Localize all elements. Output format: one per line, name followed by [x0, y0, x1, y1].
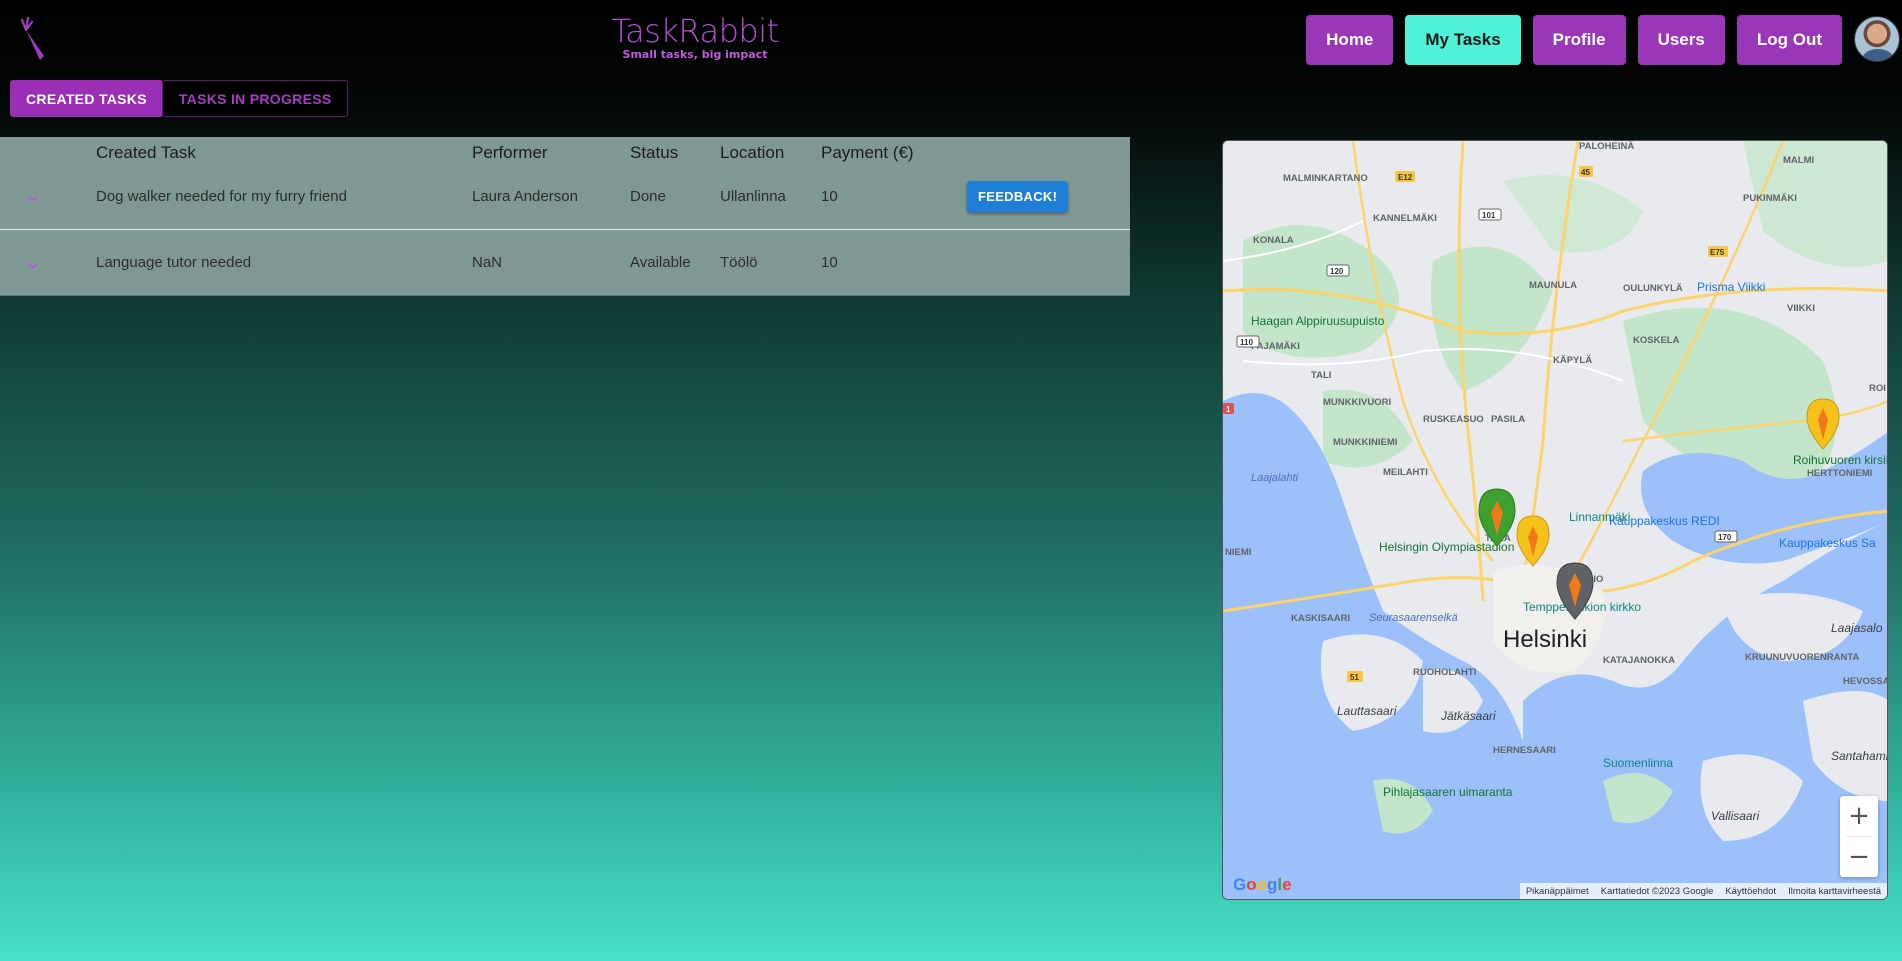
table-header: Created Task Performer Status Location P…: [0, 137, 1130, 163]
map-label: KÄPYLÄ: [1553, 355, 1592, 366]
map-label: RUOHOLAHTI: [1413, 667, 1476, 678]
road-shield: 1: [1226, 405, 1231, 414]
task-performer: Laura Anderson: [472, 187, 578, 205]
task-status: Available: [630, 254, 691, 271]
map-label: PALOHEINÄ: [1579, 141, 1634, 152]
road-shield: 51: [1350, 673, 1359, 682]
brand-title: TaskRabbit: [611, 12, 779, 50]
map-label: MUNKKIVUORI: [1323, 397, 1391, 408]
map-footer: Pikanäppäimet Karttatiedot ©2023 Google …: [1519, 883, 1887, 899]
road-shield: 45: [1581, 168, 1590, 177]
users-button[interactable]: Users: [1637, 15, 1725, 65]
task-title: Language tutor needed: [96, 254, 252, 271]
map-water-label: Laajalahti: [1251, 472, 1299, 484]
brand: TaskRabbit Small tasks, big impact: [610, 12, 780, 61]
map-poi-label: Kauppakeskus Sa: [1779, 536, 1876, 550]
road-shield: 110: [1240, 338, 1253, 347]
task-payment: 10: [821, 254, 838, 271]
map-label: TALI: [1311, 370, 1331, 381]
map-label: KONALA: [1253, 235, 1294, 246]
column-header: Created Task: [96, 143, 196, 162]
road-shield: E75: [1710, 248, 1725, 257]
map-label: Lauttasaari: [1337, 704, 1397, 718]
map-canvas[interactable]: PALOHEINÄ MALMI MALMINKARTANO KANNELMÄKI…: [1223, 141, 1888, 900]
map-label: ROI: [1869, 383, 1886, 394]
road-shield: 120: [1330, 267, 1344, 276]
carrot-logo-icon[interactable]: [18, 16, 50, 64]
map-label: PASILA: [1491, 414, 1525, 425]
feedback-button[interactable]: FEEDBACK!: [967, 180, 1069, 212]
column-header: Payment (€): [821, 143, 914, 162]
road-shield: 170: [1718, 533, 1732, 542]
map-label: HERTTONIEMI: [1807, 468, 1872, 479]
map-label: HERNESAARI: [1493, 745, 1556, 756]
google-logo: Google: [1233, 875, 1292, 894]
map-city-label: Helsinki: [1503, 626, 1587, 653]
map-poi-label: Roihuvuoren kirsikkapuisto: [1793, 453, 1888, 467]
table-row: ⌄ Dog walker needed for my furry friend …: [0, 163, 1130, 230]
task-location: Ullanlinna: [720, 187, 786, 205]
map-label: HEVOSSA: [1843, 676, 1888, 687]
brand-tagline: Small tasks, big impact: [622, 48, 768, 61]
map-label: PUKINMÄKI: [1743, 193, 1797, 204]
map-terms-link[interactable]: Käyttöehdot: [1725, 886, 1776, 897]
tab-created-tasks[interactable]: CREATED TASKS: [10, 80, 163, 117]
road-shield: E12: [1398, 173, 1413, 182]
map-keyboard-shortcuts-link[interactable]: Pikanäppäimet: [1526, 886, 1589, 897]
map-label: OULUNKYLÄ: [1623, 283, 1683, 294]
created-tasks-table: Created Task Performer Status Location P…: [0, 137, 1130, 296]
map-poi-label: Linnanmäki: [1569, 510, 1630, 524]
home-button[interactable]: Home: [1306, 15, 1394, 65]
map-label: MAUNULA: [1529, 280, 1577, 291]
map-poi-label: Pihlajasaaren uimaranta: [1383, 785, 1513, 799]
main-nav: Home My Tasks Profile Users Log Out: [1306, 15, 1842, 65]
map-water-label: Seurasaarenselkä: [1369, 612, 1458, 624]
map-zoom-controls: + −: [1840, 796, 1878, 877]
map-label: MEILAHTI: [1383, 467, 1428, 478]
map-poi-label: Haagan Alppiruusupuisto: [1251, 314, 1385, 328]
column-header: Location: [720, 143, 785, 162]
task-tabs: CREATED TASKS TASKS IN PROGRESS: [10, 80, 349, 117]
task-title: Dog walker needed for my furry friend: [96, 187, 347, 205]
map-label: KASKISAARI: [1291, 613, 1350, 624]
task-payment: 10: [821, 187, 838, 205]
map-label: KANNELMÄKI: [1373, 213, 1437, 224]
expand-chevron-icon[interactable]: ⌄: [24, 253, 43, 273]
task-status: Done: [630, 187, 666, 205]
map-label: MALMI: [1783, 155, 1814, 166]
map-label: KRUUNUVUORENRANTA: [1745, 652, 1859, 663]
map-label: VIIKKI: [1787, 303, 1815, 314]
map-report-error-link[interactable]: Ilmoita karttavirheestä: [1788, 886, 1881, 897]
zoom-out-button[interactable]: −: [1840, 837, 1878, 877]
profile-button[interactable]: Profile: [1532, 15, 1626, 65]
task-location: Töölö: [720, 254, 758, 271]
map-data-attribution: Karttatiedot ©2023 Google: [1600, 885, 1714, 897]
map-poi-label: Prisma Viikki: [1697, 280, 1765, 294]
map-label: Vallisaari: [1711, 809, 1760, 823]
tab-tasks-in-progress[interactable]: TASKS IN PROGRESS: [161, 80, 349, 117]
map-label: KATAJANOKKA: [1603, 655, 1675, 666]
task-performer: NaN: [472, 254, 503, 271]
my-tasks-button[interactable]: My Tasks: [1405, 15, 1521, 65]
map-poi-label: Suomenlinna: [1603, 756, 1673, 770]
avatar[interactable]: [1854, 16, 1900, 62]
column-header: Status: [630, 143, 679, 162]
zoom-in-button[interactable]: +: [1840, 796, 1878, 836]
map-label: MUNKKINIEMI: [1333, 437, 1397, 448]
road-shield: 101: [1482, 211, 1496, 220]
logout-button[interactable]: Log Out: [1736, 15, 1842, 65]
map-label: NIEMI: [1225, 547, 1251, 558]
map-label: Laajasalo: [1831, 621, 1883, 635]
map-label: RUSKEASUO: [1423, 414, 1484, 425]
expand-chevron-icon[interactable]: ⌄: [24, 186, 43, 206]
table-row: ⌄ Language tutor needed NaN Available Tö…: [0, 230, 1130, 296]
column-header: Performer: [472, 143, 548, 162]
map-label: MALMINKARTANO: [1283, 173, 1368, 184]
map-label: Jätkäsaari: [1440, 709, 1496, 723]
map-label: KOSKELA: [1633, 335, 1680, 346]
map-label: Santahamina: [1831, 749, 1888, 763]
task-map[interactable]: PALOHEINÄ MALMI MALMINKARTANO KANNELMÄKI…: [1222, 140, 1888, 900]
